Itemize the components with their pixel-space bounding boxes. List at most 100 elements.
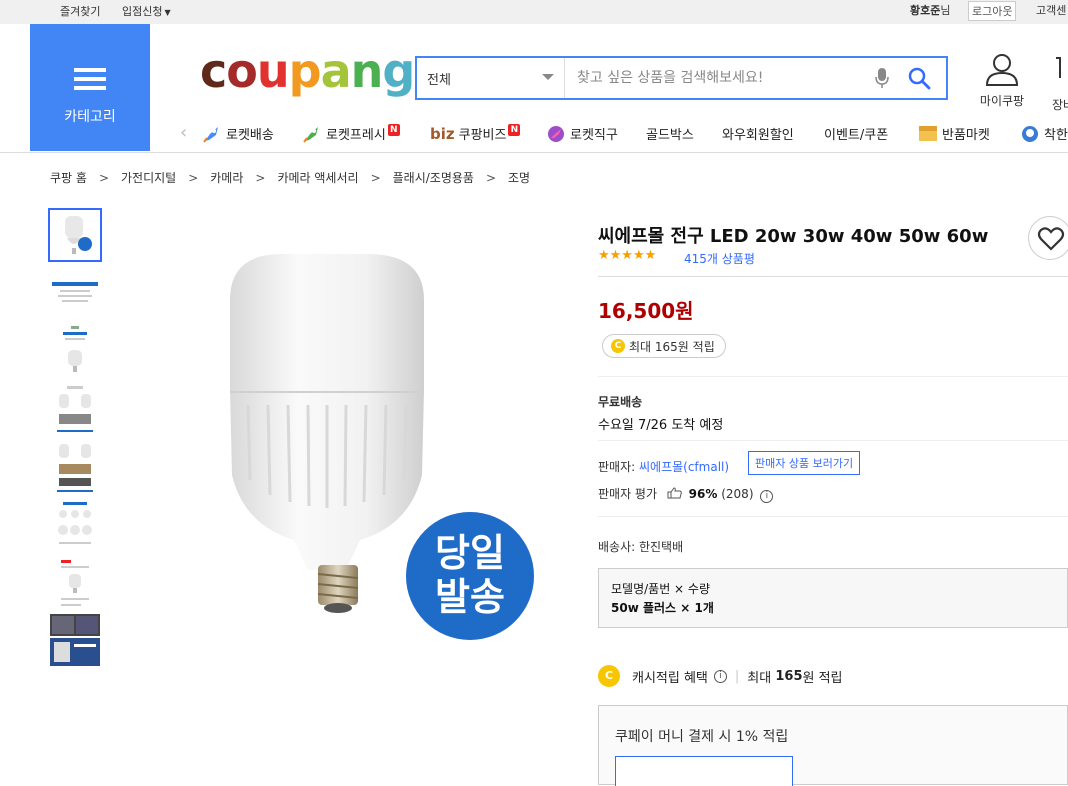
selected-option-box[interactable]: 모델명/품번 × 수량 50w 플러스 × 1개 <box>598 568 1068 628</box>
coupang-logo[interactable]: coupang <box>200 48 415 94</box>
info-icon[interactable]: i <box>713 669 727 683</box>
caret-down-icon: ▼ <box>164 8 171 17</box>
category-button[interactable]: 카테고리 <box>30 24 150 151</box>
user-icon <box>985 54 1019 86</box>
biz-icon: biz <box>430 124 455 143</box>
divider <box>598 276 1068 277</box>
cash-reward-row: C 캐시적립 혜택 i | 최대 165 원 적립 <box>598 665 843 687</box>
rocket-icon <box>203 126 218 143</box>
user-greeting: 황호준님 <box>910 2 951 18</box>
thumbnail-image[interactable] <box>48 266 102 320</box>
cash-label: 캐시적립 혜택 <box>632 670 708 686</box>
info-icon[interactable]: i <box>760 490 774 503</box>
user-suffix: 님 <box>940 4 951 17</box>
seller-name-link[interactable]: 씨에프몰(cfmall) <box>639 460 729 474</box>
nav-item-event[interactable]: 이벤트/쿠폰 <box>824 124 888 143</box>
nav-item-return-market[interactable]: 반품마켓 <box>918 124 990 143</box>
seller-rating: 판매자 평가 96% (208) i <box>598 485 774 503</box>
breadcrumb-item[interactable]: 카메라 <box>210 171 243 185</box>
carrier-info: 배송사: 한진택배 <box>598 540 684 554</box>
nav-item-biz[interactable]: biz 쿠팡비즈 N <box>430 123 521 143</box>
nav-label: 착한 <box>1044 128 1068 143</box>
price: 16,500원 <box>598 299 694 323</box>
global-rocket-icon <box>548 125 564 142</box>
favorites-link[interactable]: 즐겨찾기 <box>60 3 100 19</box>
breadcrumb-separator: > <box>188 171 199 185</box>
nav-label: 로켓배송 <box>226 128 274 143</box>
cash-coin-icon: C <box>611 339 625 353</box>
microphone-icon[interactable] <box>875 67 889 89</box>
seller-info: 판매자: 씨에프몰(cfmall) <box>598 458 729 475</box>
customer-center-link[interactable]: 고객센 <box>1036 2 1066 18</box>
product-main-image[interactable]: 당일 발송 <box>200 240 540 640</box>
thumbnail-list <box>48 208 102 672</box>
nav-item-wow[interactable]: 와우회원할인 <box>722 124 794 143</box>
new-badge: N <box>508 123 521 136</box>
seller-label: 판매자: <box>598 460 639 474</box>
seller-signup-menu[interactable]: 입점신청 ▼ <box>122 3 171 19</box>
nav-item-rocket[interactable]: 로켓배송 <box>202 124 274 143</box>
option-header: 모델명/품번 × 수량 <box>611 582 711 596</box>
nav-label: 쿠팡비즈 <box>458 128 507 143</box>
search-category-select[interactable]: 전체 <box>417 58 565 98</box>
nav-label: 와우회원할인 <box>722 128 794 143</box>
thumbnail-image[interactable] <box>48 556 102 610</box>
thumbnail-image[interactable] <box>48 440 102 494</box>
product-title: 씨에프몰 전구 LED 20w 30w 40w 50w 60w <box>598 226 989 247</box>
nav-item-global[interactable]: 로켓직구 <box>546 124 618 143</box>
return-market-icon <box>919 125 937 141</box>
nav-item-rocket-fresh[interactable]: 로켓프레시 N <box>302 123 400 143</box>
breadcrumb-item[interactable]: 조명 <box>508 171 530 185</box>
cart-link[interactable]: 장바 <box>1046 52 1068 112</box>
good-icon <box>1022 125 1038 142</box>
dropdown-arrow-icon <box>542 74 554 80</box>
thumbnail-image[interactable] <box>48 382 102 436</box>
nav-label: 이벤트/쿠폰 <box>824 128 889 143</box>
top-utility-bar: 즐겨찾기 입점신청 ▼ 황호준님 로그아웃 고객센 <box>0 0 1068 24</box>
nav-label: 로켓프레시 <box>326 128 386 143</box>
reward-text: 최대 165원 적립 <box>629 340 715 354</box>
cash-coin-icon: C <box>598 665 620 687</box>
cash-amount: 165 <box>775 668 803 684</box>
breadcrumb: 쿠팡 홈 > 가전디지털 > 카메라 > 카메라 액세서리 > 플래시/조명용품 > 조명 <box>50 169 530 186</box>
breadcrumb-separator: > <box>485 171 497 185</box>
thumbnail-image[interactable] <box>48 614 102 668</box>
breadcrumb-separator: > <box>98 171 109 185</box>
thumbnail-image[interactable] <box>48 208 102 262</box>
breadcrumb-item[interactable]: 가전디지털 <box>121 171 176 185</box>
nav-item-goldbox[interactable]: 골드박스 <box>646 124 694 143</box>
seller-rating-pct: 96% <box>688 487 718 501</box>
logout-button[interactable]: 로그아웃 <box>968 1 1017 21</box>
cash-max-prefix: 최대 <box>747 670 772 686</box>
breadcrumb-separator: > <box>255 171 266 185</box>
seller-products-button[interactable]: 판매자 상품 보러가기 <box>748 451 861 475</box>
coupay-button[interactable] <box>615 756 793 786</box>
mycoupang-label: 마이쿠팡 <box>979 94 1025 108</box>
search-icon[interactable] <box>907 66 931 90</box>
cart-label: 장바 <box>1052 98 1068 112</box>
divider <box>598 516 1068 517</box>
wishlist-button[interactable] <box>1028 216 1068 260</box>
delivery-date: 수요일 7/26 도착 예정 <box>598 418 724 433</box>
nav-label: 골드박스 <box>646 128 694 143</box>
search-box: 전체 <box>415 56 948 100</box>
cart-icon <box>1056 57 1061 78</box>
mycoupang-link[interactable]: 마이쿠팡 <box>972 52 1032 109</box>
shipping-type: 무료배송 <box>598 395 643 409</box>
search-input[interactable] <box>567 58 867 98</box>
review-count-link[interactable]: 415개 상품평 <box>684 250 755 267</box>
chevron-left-icon[interactable]: ‹ <box>180 122 187 143</box>
badge-line2: 발송 <box>435 575 505 619</box>
nav-item-good[interactable]: 착한 <box>1020 124 1068 143</box>
breadcrumb-separator: > <box>370 171 381 185</box>
thumbnail-image[interactable] <box>48 324 102 378</box>
seller-rating-label: 판매자 평가 <box>598 487 658 501</box>
new-badge: N <box>387 123 400 136</box>
breadcrumb-item[interactable]: 쿠팡 홈 <box>50 171 87 185</box>
thumbnail-image[interactable] <box>48 498 102 552</box>
heart-icon <box>1037 227 1065 251</box>
hamburger-icon <box>74 68 106 90</box>
breadcrumb-item[interactable]: 카메라 액세서리 <box>277 171 358 185</box>
breadcrumb-item[interactable]: 플래시/조명용품 <box>393 171 474 185</box>
seller-signup-label: 입점신청 <box>122 5 163 18</box>
